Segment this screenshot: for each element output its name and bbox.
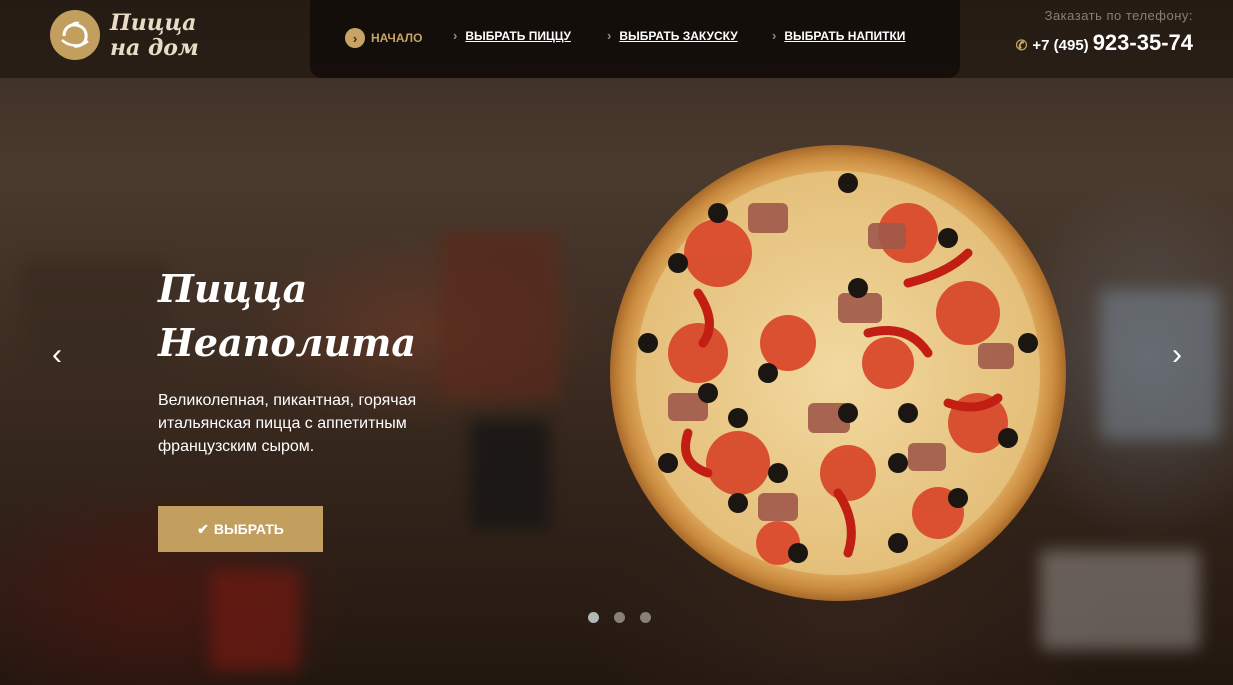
logo-text-line2: на дом — [110, 35, 199, 61]
slide-title-line2: Неаполита — [158, 320, 416, 365]
bg-blur-oven — [470, 420, 550, 530]
phone-prefix: +7 (495) — [1032, 37, 1089, 54]
slider-dot-2[interactable] — [614, 612, 625, 623]
chevron-right-icon: › — [772, 28, 777, 43]
bg-blur-window — [1100, 290, 1220, 440]
bg-blur-chair — [210, 570, 300, 670]
slider-dot-3[interactable] — [640, 612, 651, 623]
slide-title-line1: Пицца — [158, 266, 308, 311]
pizza-image — [610, 145, 1066, 601]
choose-button[interactable]: ✔ ВЫБРАТЬ — [158, 506, 323, 552]
nav-item-label: ВЫБРАТЬ НАПИТКИ — [784, 28, 906, 43]
nav-item-label: ВЫБРАТЬ ЗАКУСКУ — [619, 28, 738, 43]
chevron-right-icon: › — [345, 28, 365, 48]
nav-item-label: ВЫБРАТЬ ПИЦЦУ — [465, 28, 571, 43]
phone-digits: 923-35-74 — [1092, 30, 1193, 55]
nav-item-snack[interactable]: › ВЫБРАТЬ ЗАКУСКУ — [607, 28, 738, 43]
logo[interactable]: Пицца на дом — [50, 10, 230, 64]
phone-number[interactable]: ✆ +7 (495) 923-35-74 — [1016, 30, 1193, 56]
phone-icon: ✆ — [1015, 37, 1028, 53]
check-icon: ✔ — [197, 520, 209, 537]
chevron-left-icon[interactable]: ‹ — [52, 340, 62, 370]
chevron-right-icon: › — [453, 28, 458, 43]
slider-dots — [588, 612, 666, 623]
slide-title: Пицца Неаполита — [158, 262, 416, 370]
logo-text-line1: Пицца — [110, 10, 197, 36]
chevron-right-icon[interactable]: › — [1172, 340, 1182, 370]
slider-dot-1[interactable] — [588, 612, 599, 623]
nav-item-pizza[interactable]: › ВЫБРАТЬ ПИЦЦУ — [453, 28, 571, 43]
slide-description: Великолепная, пикантная, горячая итальян… — [158, 392, 417, 455]
phone-label: Заказать по телефону: — [1044, 8, 1193, 23]
nav-item-label: НАЧАЛО — [371, 31, 423, 45]
main-nav: › НАЧАЛО › ВЫБРАТЬ ПИЦЦУ › ВЫБРАТЬ ЗАКУС… — [310, 0, 960, 78]
nav-item-start[interactable]: › НАЧАЛО — [345, 28, 422, 48]
nav-item-drinks[interactable]: › ВЫБРАТЬ НАПИТКИ — [772, 28, 905, 43]
top-bar: Пицца на дом › НАЧАЛО › ВЫБРАТЬ ПИЦЦУ › … — [0, 0, 1233, 78]
chevron-right-icon: › — [607, 28, 612, 43]
tomato-logo-icon — [50, 10, 100, 60]
bg-blur-painting — [20, 260, 170, 380]
bg-blur-wall — [440, 230, 560, 400]
choose-button-label: ВЫБРАТЬ — [213, 521, 284, 537]
